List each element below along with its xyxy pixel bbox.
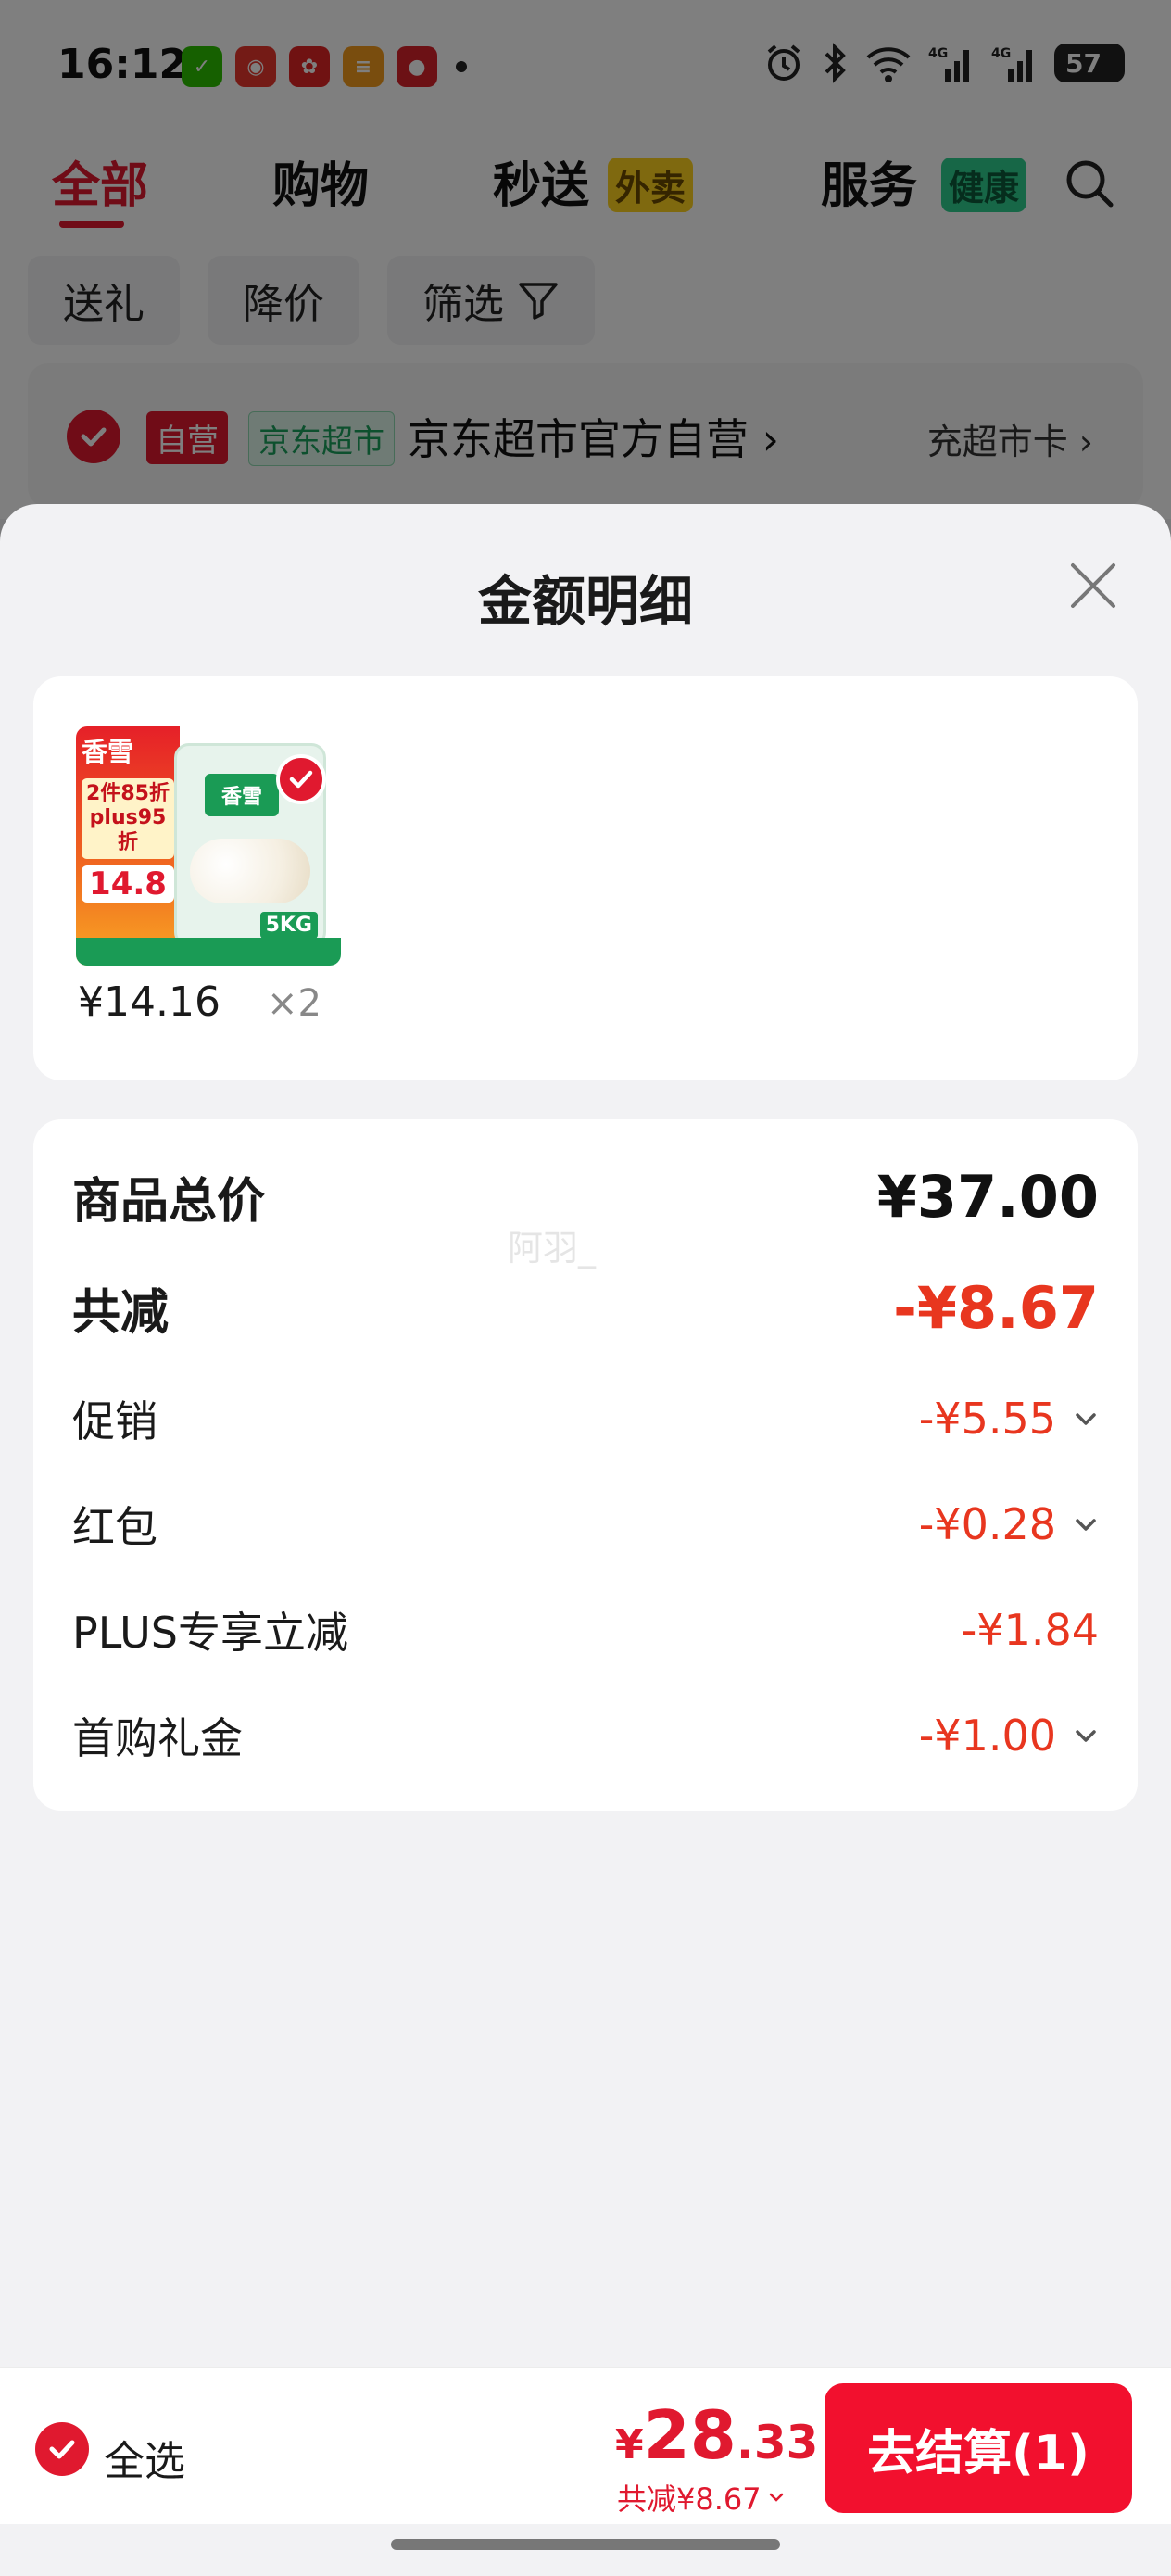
total-price-label: 商品总价 [72,1173,266,1230]
selected-check-icon [276,754,326,804]
checkmark-icon [49,2440,75,2459]
thumb-brand: 香雪 [82,737,134,767]
thumb-promo-tag: 2件85折 plus95折 [82,778,174,860]
amount-decimal: .33 [736,2416,819,2469]
thumb-promo-panel: 香雪 2件85折 plus95折 14.8 [76,726,180,966]
product-unit-price: ¥14.16 [78,979,220,1026]
discount-label: 共减 [72,1284,170,1341]
amount-integer: 28 [643,2396,737,2474]
product-image[interactable]: 香雪 2件85折 plus95折 14.8 香雪 5KG [76,726,341,966]
chevron-down-icon[interactable] [1073,1723,1099,1749]
chevron-down-icon[interactable] [1073,1406,1099,1432]
product-quantity: ×2 [267,982,321,1025]
chevron-down-icon[interactable] [1073,1511,1099,1537]
currency-symbol: ¥ [615,2421,644,2469]
promotion-amount: -¥5.55 [918,1394,1056,1444]
sheet-title: 金额明细 [477,570,693,633]
product-card: 香雪 2件85折 plus95折 14.8 香雪 5KG ¥14.16 ×2 [33,676,1138,1080]
checkmark-icon [289,770,313,789]
first-purchase-amount: -¥1.00 [918,1711,1056,1761]
home-indicator[interactable] [391,2539,780,2550]
discount-value: -¥8.67 [893,1273,1099,1342]
red-packet-amount: -¥0.28 [918,1499,1056,1549]
saved-amount: 共减¥8.67 [617,2481,762,2517]
checkout-bar: 全选 ¥28.33 共减¥8.67 去结算(1) [0,2367,1171,2524]
row-red-packet[interactable]: 红包 -¥0.28 [72,1473,1099,1575]
payable-amount: ¥28.33 [615,2396,818,2474]
plus-discount-amount: -¥1.84 [961,1605,1099,1655]
plus-discount-label: PLUS专享立减 [72,1608,348,1658]
row-plus-discount: PLUS专享立减 -¥1.84 [72,1579,1099,1681]
select-all-checkbox[interactable] [35,2422,89,2476]
total-price-value: ¥37.00 [876,1162,1099,1231]
checkout-button[interactable]: 去结算(1) [825,2383,1132,2513]
watermark: 阿羽_ [508,1228,597,1269]
red-packet-value: -¥0.28 [919,1499,1099,1549]
row-first-purchase[interactable]: 首购礼金 -¥1.00 [72,1685,1099,1787]
row-promotion[interactable]: 促销 -¥5.55 [72,1368,1099,1470]
first-purchase-value: -¥1.00 [919,1711,1099,1761]
dumplings-image [190,839,310,903]
promotion-value: -¥5.55 [919,1394,1099,1444]
first-purchase-label: 首购礼金 [72,1713,243,1763]
row-total-discount: 共减 -¥8.67 [72,1256,1099,1358]
chevron-down-icon [769,2493,783,2502]
close-icon[interactable] [1065,558,1121,613]
modal-overlay[interactable] [0,0,1171,556]
amount-detail-sheet: 金额明细 香雪 2件85折 plus95折 14.8 香雪 5KG ¥14.16… [0,504,1171,2367]
plus-discount-value: -¥1.84 [962,1605,1099,1655]
promotion-label: 促销 [72,1396,157,1446]
bag-logo: 香雪 [205,774,279,816]
saved-summary[interactable]: 共减¥8.67 [617,2476,786,2519]
red-packet-label: 红包 [72,1502,157,1552]
thumb-price: 14.8 [82,865,174,903]
select-all-label[interactable]: 全选 [104,2428,185,2487]
thumb-banner [76,938,341,966]
bag-weight: 5KG [259,912,318,939]
